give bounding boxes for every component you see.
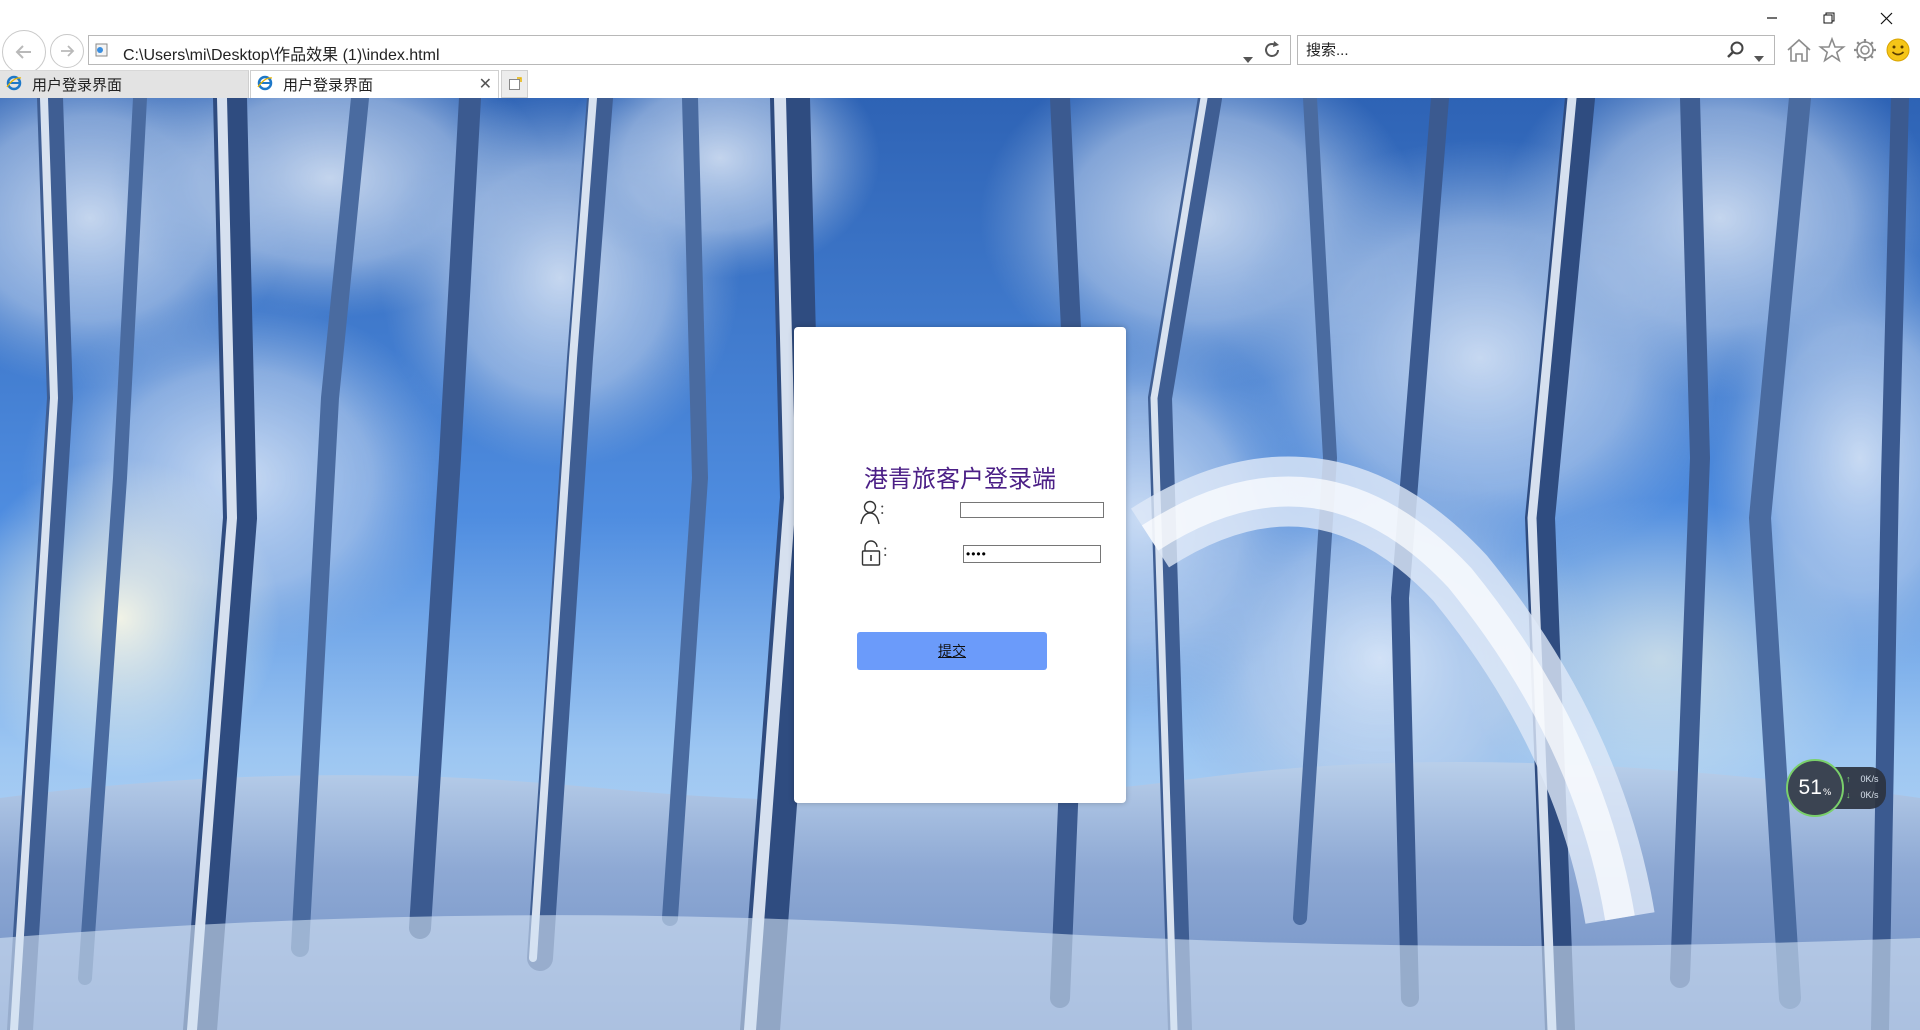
arrow-left-icon	[15, 45, 31, 59]
smiley-icon[interactable]	[1884, 36, 1912, 64]
close-button[interactable]	[1866, 4, 1906, 32]
restore-icon	[1823, 12, 1835, 24]
page-icon	[94, 42, 110, 62]
search-icon[interactable]	[1726, 40, 1746, 64]
new-tab-button[interactable]	[501, 70, 528, 98]
upload-speed: ↑ 0K/s	[1846, 774, 1879, 784]
memory-usage-dial[interactable]: 51 %	[1786, 759, 1844, 817]
forward-button[interactable]	[50, 34, 84, 68]
minimize-icon	[1767, 17, 1777, 19]
password-input[interactable]	[963, 545, 1101, 563]
percent-sign: %	[1822, 787, 1832, 798]
restore-button[interactable]	[1809, 4, 1849, 32]
submit-button[interactable]: 提交	[857, 632, 1047, 670]
username-colon: ：	[879, 503, 893, 518]
ie-icon	[257, 75, 273, 95]
tab-login-2[interactable]: 用户登录界面 ✕	[250, 70, 499, 98]
upload-arrow-icon: ↑	[1846, 774, 1851, 784]
login-title: 港青旅客户登录端	[864, 465, 1056, 493]
minimize-button[interactable]	[1752, 4, 1792, 32]
tab-login-1[interactable]: 用户登录界面	[0, 70, 249, 98]
login-card: 港青旅客户登录端 ： ： 提交	[794, 327, 1126, 803]
lock-icon	[860, 539, 882, 571]
tab-label: 用户登录界面	[32, 76, 123, 94]
star-icon[interactable]	[1818, 36, 1846, 64]
network-speed-widget[interactable]: ↑ 0K/s ↓ 0K/s 51 %	[1786, 759, 1906, 819]
address-text[interactable]: C:\Users\mi\Desktop\作品效果 (1)\index.html	[123, 41, 440, 65]
arrow-right-icon	[61, 45, 75, 57]
close-icon	[1880, 12, 1892, 24]
chevron-down-icon[interactable]	[1754, 47, 1764, 66]
new-tab-icon	[508, 77, 522, 90]
home-icon[interactable]	[1785, 36, 1813, 64]
download-arrow-icon: ↓	[1846, 790, 1851, 800]
ie-icon	[6, 75, 22, 95]
search-input[interactable]	[1306, 40, 1706, 60]
search-box[interactable]	[1297, 35, 1775, 65]
password-colon: ：	[882, 545, 896, 560]
back-button[interactable]	[2, 30, 46, 74]
refresh-icon[interactable]	[1261, 39, 1285, 61]
chevron-down-icon[interactable]	[1243, 48, 1253, 67]
tab-label: 用户登录界面	[283, 76, 374, 94]
browser-chrome: C:\Users\mi\Desktop\作品效果 (1)\index.html	[0, 0, 1920, 98]
tab-close-icon[interactable]: ✕	[479, 76, 492, 92]
download-speed: ↓ 0K/s	[1846, 790, 1879, 800]
gear-icon[interactable]	[1851, 36, 1879, 64]
memory-usage-value: 51	[1798, 776, 1822, 799]
page-viewport: 港青旅客户登录端 ： ： 提交	[0, 98, 1920, 1030]
address-bar[interactable]: C:\Users\mi\Desktop\作品效果 (1)\index.html	[88, 35, 1291, 65]
username-input[interactable]	[960, 502, 1104, 518]
